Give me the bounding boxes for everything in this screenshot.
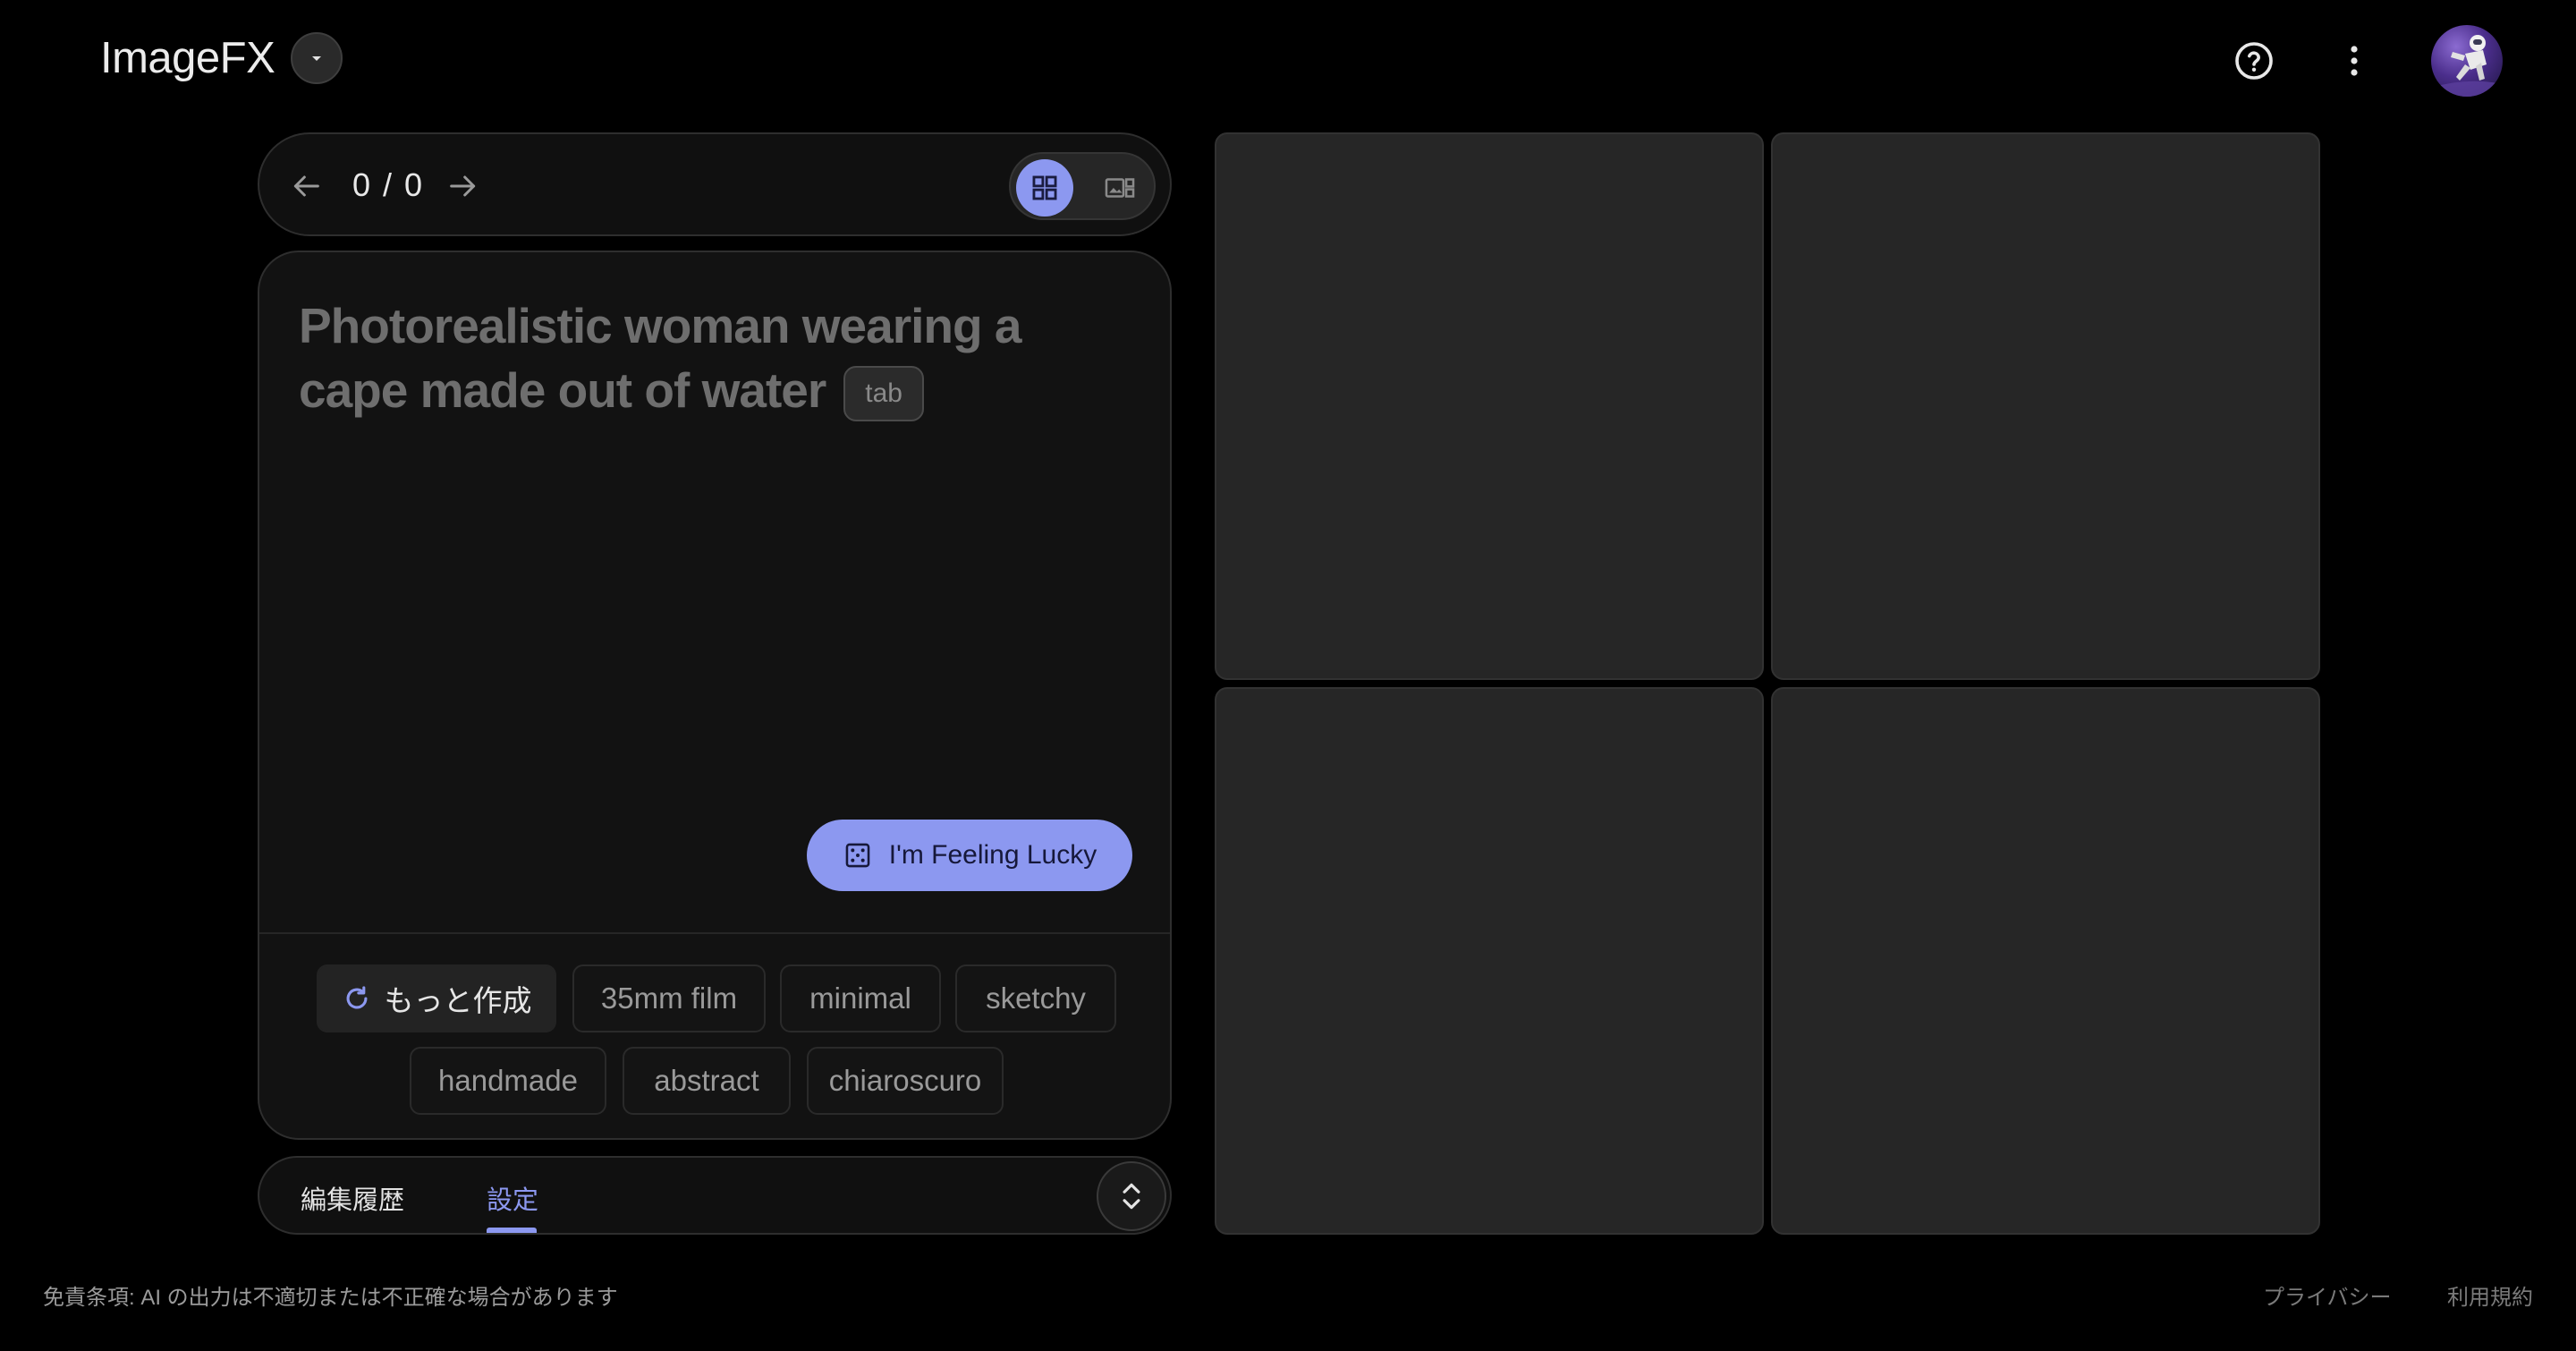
result-navigator: 0 / 0 bbox=[258, 132, 1172, 236]
image-placeholder[interactable] bbox=[1215, 132, 1764, 680]
image-placeholder[interactable] bbox=[1771, 132, 2320, 680]
expand-collapse-icon bbox=[1123, 1183, 1140, 1210]
help-button[interactable] bbox=[2220, 27, 2288, 95]
account-avatar[interactable] bbox=[2431, 25, 2503, 97]
style-chip[interactable]: minimal bbox=[780, 964, 941, 1032]
generate-more-label: もっと作成 bbox=[384, 984, 532, 1017]
image-placeholder[interactable] bbox=[1215, 687, 1764, 1235]
style-chip[interactable]: sketchy bbox=[955, 964, 1116, 1032]
single-view-button[interactable] bbox=[1091, 159, 1148, 217]
style-chip[interactable]: abstract bbox=[623, 1047, 791, 1115]
terms-link[interactable]: 利用規約 bbox=[2447, 1279, 2533, 1311]
tab-history[interactable]: 編集履歴 bbox=[301, 1179, 404, 1217]
next-button[interactable] bbox=[438, 161, 488, 211]
app-title: ImageFX bbox=[100, 34, 275, 82]
privacy-link[interactable]: プライバシー bbox=[2263, 1279, 2392, 1311]
top-bar: ImageFX bbox=[0, 0, 2576, 125]
view-mode-toggle bbox=[1009, 152, 1156, 220]
previous-button[interactable] bbox=[281, 161, 331, 211]
brand: ImageFX bbox=[100, 32, 343, 84]
astronaut-avatar-icon bbox=[2431, 35, 2503, 97]
image-placeholder[interactable] bbox=[1771, 687, 2320, 1235]
chevron-down-icon bbox=[312, 56, 322, 61]
active-tab-indicator bbox=[487, 1228, 537, 1233]
help-circle-icon bbox=[2235, 42, 2273, 80]
tab-hint-badge: tab bbox=[843, 366, 924, 422]
more-vert-icon bbox=[2351, 46, 2358, 76]
grid-view-icon bbox=[1032, 175, 1057, 200]
disclaimer-text: 免責条項: AI の出力は不適切または不正確な場合があります bbox=[43, 1286, 618, 1310]
tab-settings[interactable]: 設定 bbox=[487, 1179, 538, 1217]
card-divider bbox=[259, 932, 1170, 934]
prompt-card: Photorealistic woman wearing a cape made… bbox=[258, 251, 1172, 1140]
single-view-icon bbox=[1105, 178, 1135, 198]
grid-view-button[interactable] bbox=[1016, 159, 1073, 217]
arrow-back-icon bbox=[293, 175, 319, 197]
prompt-input[interactable]: Photorealistic woman wearing a cape made… bbox=[299, 293, 1140, 422]
app-switcher-button[interactable] bbox=[291, 32, 343, 84]
arrow-forward-icon bbox=[450, 175, 476, 197]
bottom-panel: 編集履歴 設定 bbox=[258, 1156, 1172, 1235]
style-chip[interactable]: 35mm film bbox=[572, 964, 766, 1032]
dice-icon bbox=[845, 843, 870, 868]
refresh-icon bbox=[346, 986, 367, 1009]
style-chip[interactable]: handmade bbox=[410, 1047, 606, 1115]
feeling-lucky-button[interactable]: I'm Feeling Lucky bbox=[807, 820, 1132, 891]
feeling-lucky-label: I'm Feeling Lucky bbox=[888, 840, 1097, 870]
generate-more-chip[interactable]: もっと作成 bbox=[317, 964, 556, 1032]
expand-panel-button[interactable] bbox=[1097, 1161, 1166, 1231]
result-counter: 0 / 0 bbox=[352, 166, 425, 203]
more-options-button[interactable] bbox=[2320, 27, 2388, 95]
style-chip[interactable]: chiaroscuro bbox=[807, 1047, 1004, 1115]
